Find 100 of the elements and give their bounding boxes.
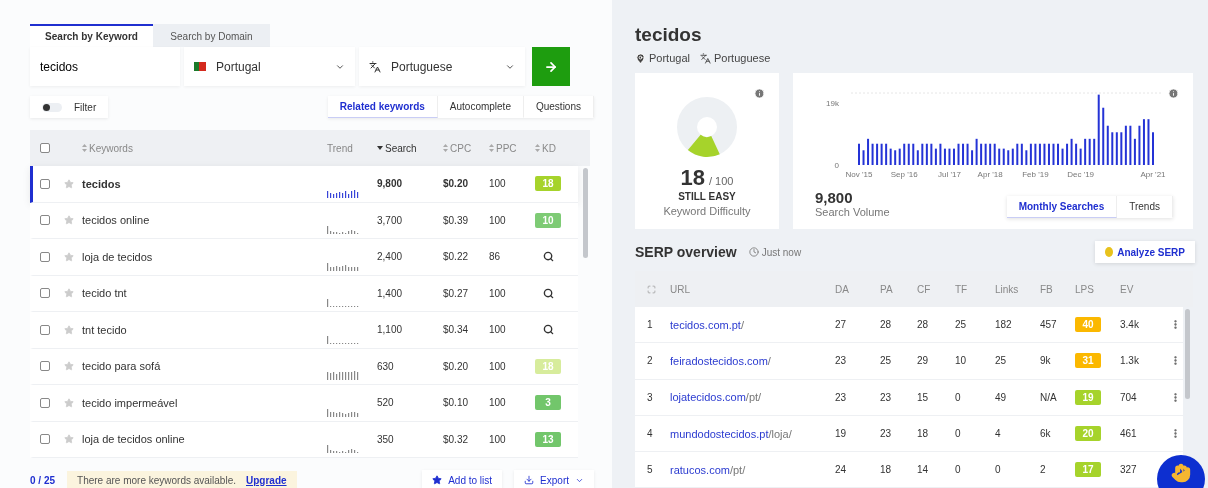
sort-icon[interactable]: [82, 144, 87, 152]
result-url-link[interactable]: feiradostecidos.com/: [670, 354, 835, 367]
search-icon[interactable]: [543, 251, 554, 263]
metric-value: 28: [880, 319, 893, 331]
cpc-value: $0.22: [443, 251, 470, 263]
metric-value: 25: [995, 355, 1008, 367]
keyword-title: tecidos: [635, 24, 703, 46]
metric-value: 29: [917, 355, 930, 367]
search-mode-tab[interactable]: Search by Keyword: [30, 24, 153, 47]
column-header[interactable]: Search: [377, 142, 443, 154]
hand-icon: [1171, 463, 1191, 483]
keyword-row[interactable]: tecido para sofá 630 $0.20 100 18: [30, 348, 578, 385]
keyword-row[interactable]: tecidos online 3,700 $0.39 100 10: [30, 202, 578, 239]
scrollbar[interactable]: [1185, 309, 1190, 399]
keyword-input[interactable]: tecidos: [30, 47, 180, 86]
keyword-row[interactable]: loja de tecidos online 350 $0.32 100 13: [30, 421, 578, 458]
star-icon[interactable]: [64, 397, 74, 408]
row-checkbox[interactable]: [40, 178, 50, 189]
sort-icon[interactable]: [489, 144, 494, 152]
analyze-serp-button[interactable]: Analyze SERP: [1095, 241, 1195, 263]
chart-mode-tab[interactable]: Monthly Searches: [1006, 196, 1118, 218]
row-checkbox[interactable]: [40, 397, 50, 408]
result-url-link[interactable]: mundodostecidos.pt/loja/: [670, 427, 835, 440]
star-icon[interactable]: [64, 215, 74, 226]
row-checkbox[interactable]: [40, 251, 50, 262]
ev-value: 1.3k: [1120, 355, 1140, 367]
star-icon[interactable]: [64, 361, 74, 372]
language-select[interactable]: Portuguese: [359, 47, 525, 86]
row-checkbox[interactable]: [40, 324, 50, 335]
sort-descending-icon[interactable]: [377, 146, 383, 150]
row-checkbox[interactable]: [40, 288, 50, 299]
scrollbar[interactable]: [583, 168, 588, 258]
column-header: LPS: [1075, 283, 1095, 295]
keyword-text: tnt tecido: [82, 323, 128, 336]
search-volume: 630: [377, 360, 395, 372]
trend-sparkline: [327, 406, 359, 417]
upgrade-link[interactable]: Upgrade: [246, 474, 287, 486]
difficulty-score: 18: [680, 165, 705, 191]
search-volume-label: Search Volume: [815, 206, 890, 218]
result-url-link[interactable]: lojatecidos.com/pt/: [670, 391, 835, 404]
sort-icon[interactable]: [535, 144, 540, 152]
ppc-value: 100: [489, 214, 507, 226]
metric-value: 23: [880, 428, 893, 440]
result-url-link[interactable]: ratucos.com/pt/: [670, 463, 835, 476]
trend-sparkline: [327, 370, 359, 380]
star-icon[interactable]: [64, 288, 74, 299]
chart-mode-tab[interactable]: Trends: [1117, 196, 1173, 218]
star-icon[interactable]: [64, 434, 74, 445]
select-all-checkbox[interactable]: [40, 143, 50, 153]
metric-value: 4: [995, 428, 1002, 440]
selected-count: 0 / 25: [30, 474, 56, 486]
keyword-view-tab[interactable]: Autocomplete: [437, 96, 524, 118]
metric-value: 23: [880, 391, 893, 403]
cpc-value: $0.34: [443, 324, 470, 336]
trend-sparkline: [327, 187, 359, 198]
ppc-value: 86: [489, 251, 502, 263]
updated-time: Just now: [761, 246, 802, 258]
metric-value: 182: [995, 319, 1013, 331]
keyword-row[interactable]: tecido tnt 1,400 $0.27 100: [30, 275, 578, 312]
row-checkbox[interactable]: [40, 361, 50, 372]
search-icon[interactable]: [543, 324, 554, 336]
star-icon: [432, 475, 443, 485]
rank-number: 3: [647, 391, 654, 403]
star-icon[interactable]: [64, 178, 74, 189]
difficulty-badge: 18: [535, 176, 561, 192]
column-header: FB: [1040, 283, 1054, 295]
location-pin-icon: [635, 52, 646, 64]
add-to-list-button[interactable]: Add to list: [422, 470, 503, 488]
row-checkbox[interactable]: [40, 434, 50, 445]
metric-value: 10: [955, 355, 968, 367]
metric-value: 15: [917, 391, 930, 403]
metric-value: 25: [955, 319, 968, 331]
metric-value: 18: [880, 464, 893, 476]
search-mode-tab[interactable]: Search by Domain: [153, 24, 270, 47]
ev-value: 3.4k: [1120, 319, 1140, 331]
row-checkbox[interactable]: [40, 215, 50, 226]
keyword-text: tecidos online: [82, 214, 151, 227]
rank-number: 2: [647, 355, 654, 367]
country-select[interactable]: Portugal: [184, 47, 355, 86]
language-icon: [700, 52, 711, 64]
keyword-row[interactable]: tecido impermeável 520 $0.10 100 3: [30, 385, 578, 422]
star-icon[interactable]: [64, 251, 74, 262]
info-icon[interactable]: [754, 88, 765, 99]
sort-icon[interactable]: [443, 144, 448, 152]
keyword-row[interactable]: loja de tecidos 2,400 $0.22 86: [30, 239, 578, 276]
search-icon[interactable]: [543, 287, 554, 299]
filter-toggle[interactable]: Filter: [30, 96, 109, 118]
country-label: Portugal: [649, 52, 690, 64]
keyword-row[interactable]: tnt tecido 1,100 $0.34 100: [30, 312, 578, 349]
star-icon[interactable]: [64, 324, 74, 335]
language-icon: [369, 60, 381, 73]
keyword-view-tab[interactable]: Related keywords: [327, 96, 438, 118]
export-button[interactable]: Export: [514, 470, 594, 488]
cpc-value: $0.10: [443, 397, 470, 409]
keyword-row[interactable]: tecidos 9,800 $0.20 100 18: [30, 166, 578, 203]
info-icon[interactable]: [1168, 88, 1179, 99]
result-url-link[interactable]: tecidos.com.pt/: [670, 318, 835, 331]
cpc-value: $0.20: [443, 360, 470, 372]
keyword-view-tab[interactable]: Questions: [523, 96, 594, 118]
search-submit-button[interactable]: [532, 47, 570, 86]
